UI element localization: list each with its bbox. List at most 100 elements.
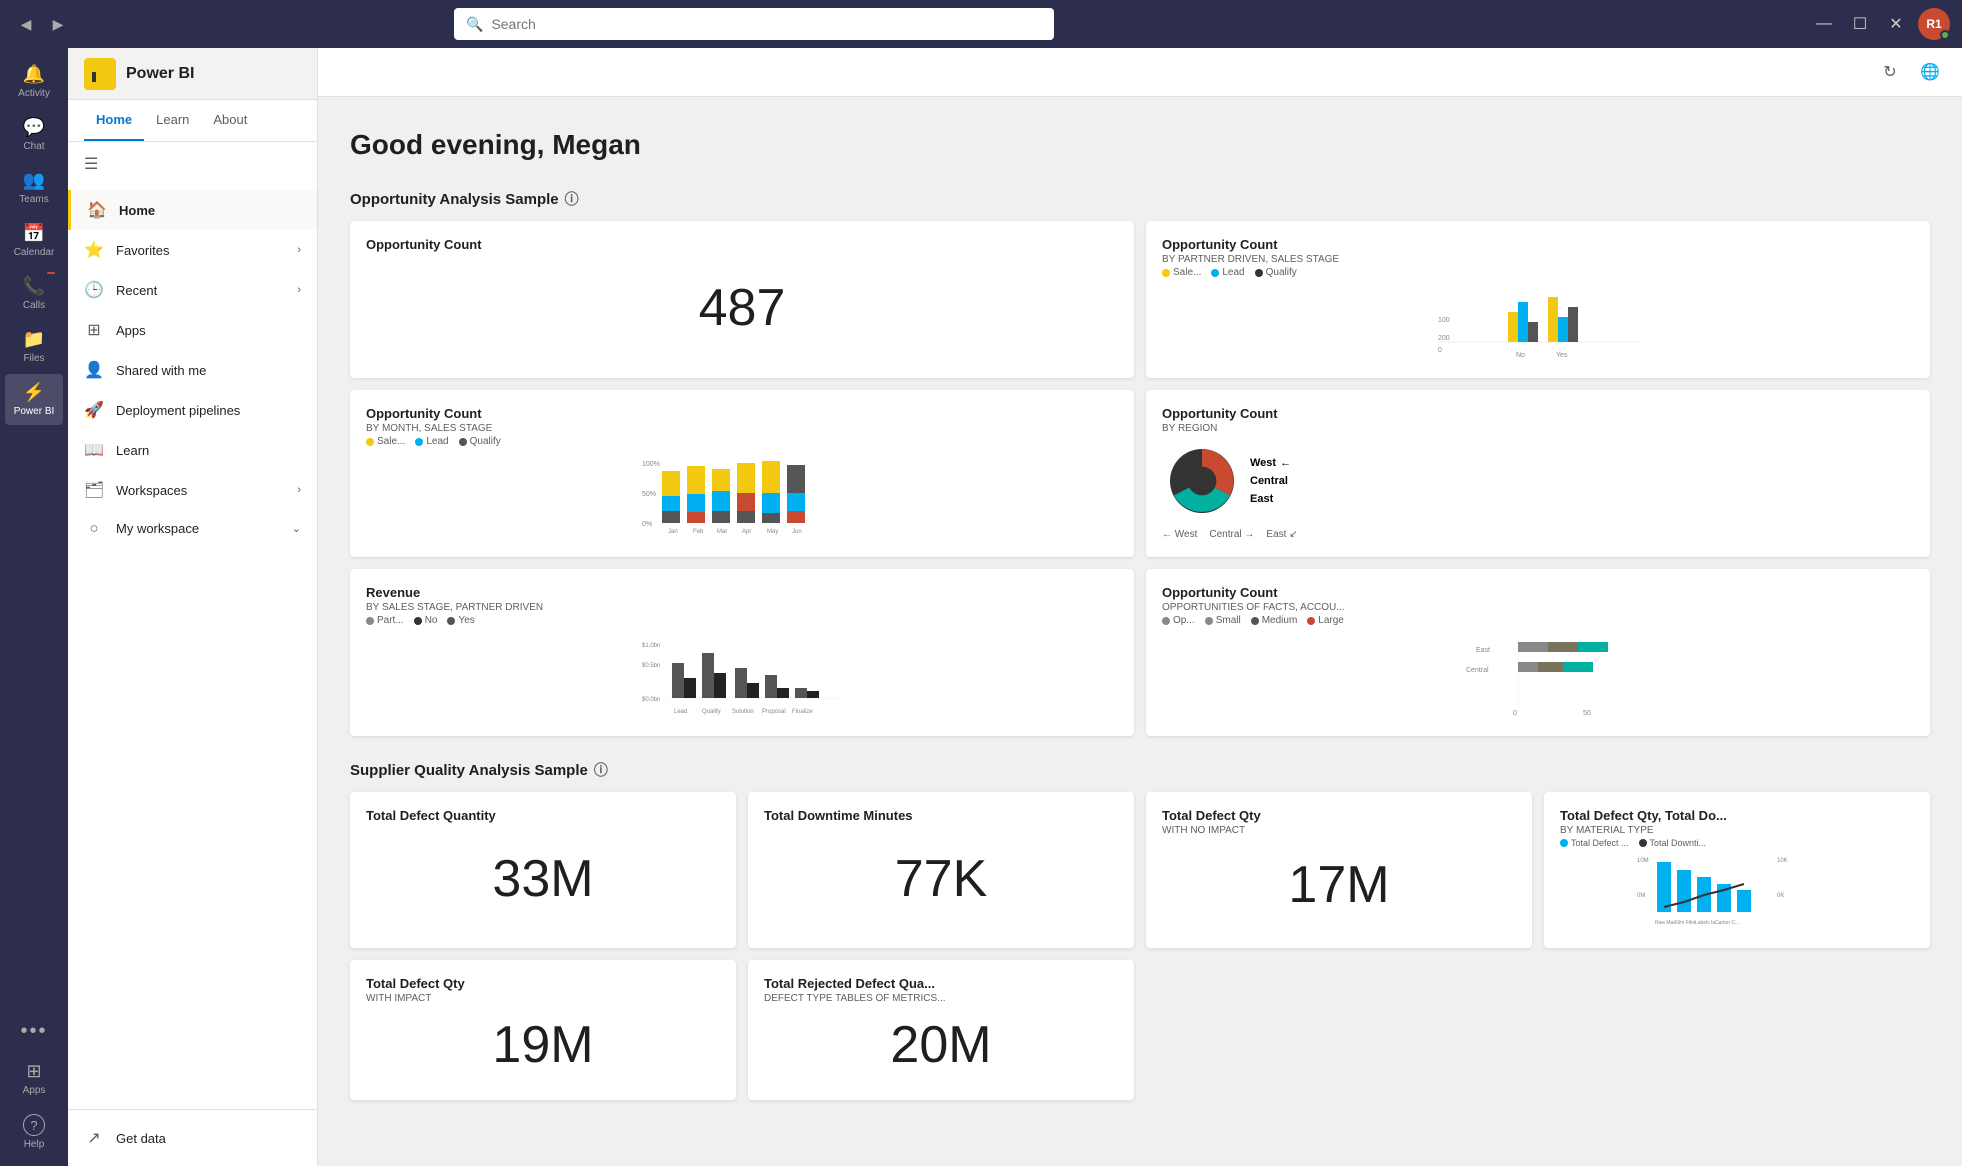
menu-item-deployment[interactable]: 🚀 Deployment pipelines (68, 390, 317, 430)
files-label: Files (23, 353, 44, 364)
menu-item-learn[interactable]: 📖 Learn (68, 430, 317, 470)
card-total-downtime[interactable]: Total Downtime Minutes 77K (748, 792, 1134, 948)
hamburger-button[interactable]: ☰ (68, 142, 317, 186)
card-title: Opportunity Count (1162, 237, 1914, 252)
card-rejected-defect[interactable]: Total Rejected Defect Qua... DEFECT TYPE… (748, 960, 1134, 1100)
opportunity-info-icon[interactable]: ⓘ (565, 189, 579, 209)
legend-item: Part... (366, 615, 404, 626)
svg-text:Jun: Jun (792, 529, 802, 535)
greeting-user: Megan (552, 129, 641, 160)
activity-label: Activity (18, 88, 50, 99)
svg-text:Mar: Mar (717, 529, 727, 535)
legend-item: Sale... (366, 436, 405, 447)
card-defect-material[interactable]: Total Defect Qty, Total Do... BY MATERIA… (1544, 792, 1930, 948)
card-opp-count-month[interactable]: Opportunity Count BY MONTH, SALES STAGE … (350, 390, 1134, 557)
svg-text:$1.0bn: $1.0bn (642, 643, 660, 649)
forward-button[interactable]: ▶ (44, 10, 72, 38)
avatar[interactable]: R1 (1918, 8, 1950, 40)
menu-item-myworkspace[interactable]: ○ My workspace ⌄ (68, 510, 317, 547)
card-title: Total Defect Quantity (366, 808, 720, 823)
menu-home-label: Home (119, 203, 155, 218)
tab-about[interactable]: About (201, 100, 259, 141)
sidebar-item-help[interactable]: ? Help (5, 1106, 63, 1158)
activity-icon: 🔔 (23, 64, 45, 85)
sidebar-item-powerbi[interactable]: ⚡ Power BI (5, 374, 63, 425)
region-west: ← West (1162, 529, 1197, 540)
card-total-defect[interactable]: Total Defect Quantity 33M (350, 792, 736, 948)
legend-west: West← (1250, 457, 1291, 469)
supplier-info-icon[interactable]: ⓘ (594, 760, 608, 780)
legend-item: Lead (415, 436, 448, 447)
sidebar-item-chat[interactable]: 💬 Chat (5, 109, 63, 160)
svg-text:$0.0bn: $0.0bn (642, 697, 660, 703)
card-title: Opportunity Count (366, 237, 1118, 252)
globe-button[interactable]: 🌐 (1914, 56, 1946, 88)
pbi-sidebar: Power BI Home Learn About ☰ 🏠 Home ⭐ Fav… (68, 48, 318, 1166)
region-central: Central → (1209, 529, 1254, 540)
menu-item-getdata[interactable]: ↗ Get data (68, 1118, 317, 1158)
legend: Part... No Yes (366, 615, 1118, 626)
legend-item: Large (1307, 615, 1344, 626)
apps-icon: ⊞ (26, 1061, 41, 1082)
card-opp-count[interactable]: Opportunity Count 487 (350, 221, 1134, 378)
close-button[interactable]: ✕ (1882, 10, 1910, 38)
powerbi-label: Power BI (14, 406, 55, 417)
minimize-button[interactable]: — (1810, 10, 1838, 38)
card-opp-count-region[interactable]: Opportunity Count BY REGION (1146, 390, 1930, 557)
svg-text:10M: 10M (1637, 858, 1649, 864)
tab-home[interactable]: Home (84, 100, 144, 141)
card-subtitle: BY MATERIAL TYPE (1560, 825, 1914, 836)
svg-text:0K: 0K (1777, 893, 1784, 899)
apps-menu-icon: ⊞ (84, 320, 104, 340)
menu-item-home[interactable]: 🏠 Home (68, 190, 317, 230)
card-defect-impact[interactable]: Total Defect Qty WITH IMPACT 19M (350, 960, 736, 1100)
sidebar-item-activity[interactable]: 🔔 Activity (5, 56, 63, 107)
card-opp-count-partner[interactable]: Opportunity Count BY PARTNER DRIVEN, SAL… (1146, 221, 1930, 378)
legend-item: Total Downti... (1639, 838, 1707, 848)
menu-item-recent[interactable]: 🕒 Recent › (68, 270, 317, 310)
powerbi-icon: ⚡ (23, 382, 45, 403)
card-title: Opportunity Count (366, 406, 1118, 421)
legend-item: No (414, 615, 438, 626)
menu-item-apps[interactable]: ⊞ Apps (68, 310, 317, 350)
svg-text:Carton C...: Carton C... (1715, 920, 1739, 926)
sidebar-item-more[interactable]: ••• (5, 1012, 63, 1051)
window-actions: — ☐ ✕ R1 (1810, 8, 1950, 40)
maximize-button[interactable]: ☐ (1846, 10, 1874, 38)
card-title: Total Defect Qty, Total Do... (1560, 808, 1914, 823)
teams-label: Teams (19, 194, 48, 205)
search-input[interactable] (491, 16, 1042, 32)
sidebar-item-calls[interactable]: 📞 Calls (5, 268, 63, 319)
sidebar-item-teams[interactable]: 👥 Teams (5, 162, 63, 213)
svg-text:No: No (1516, 352, 1525, 359)
sidebar-item-apps[interactable]: ⊞ Apps (5, 1053, 63, 1104)
legend-item: Small (1205, 615, 1241, 626)
menu-learn-label: Learn (116, 443, 149, 458)
svg-text:50%: 50% (642, 491, 656, 498)
back-button[interactable]: ◀ (12, 10, 40, 38)
svg-text:Jan: Jan (668, 529, 678, 535)
svg-text:100%: 100% (642, 461, 660, 468)
legend-item: Lead (1211, 267, 1244, 278)
refresh-button[interactable]: ↻ (1874, 56, 1906, 88)
menu-getdata-label: Get data (116, 1131, 166, 1146)
card-revenue[interactable]: Revenue BY SALES STAGE, PARTNER DRIVEN P… (350, 569, 1134, 736)
card-opp-count-facts[interactable]: Opportunity Count OPPORTUNITIES OF FACTS… (1146, 569, 1930, 736)
sidebar-item-calendar[interactable]: 📅 Calendar (5, 215, 63, 266)
menu-item-workspaces[interactable]: 🗂 Workspaces › (68, 470, 317, 510)
legend-item: Medium (1251, 615, 1298, 626)
chart-area: $1.0bn $0.5bn $0.0bn Lead (366, 630, 1118, 720)
card-subtitle: BY PARTNER DRIVEN, SALES STAGE (1162, 254, 1914, 265)
card-defect-no-impact[interactable]: Total Defect Qty WITH NO IMPACT 17M (1146, 792, 1532, 948)
calendar-icon: 📅 (23, 223, 45, 244)
sidebar-item-files[interactable]: 📁 Files (5, 321, 63, 372)
svg-text:0: 0 (1438, 347, 1442, 354)
big-number-19m: 19M (366, 1006, 720, 1084)
menu-workspaces-label: Workspaces (116, 483, 187, 498)
legend: Op... Small Medium Large (1162, 615, 1914, 626)
tab-learn[interactable]: Learn (144, 100, 201, 141)
menu-item-shared[interactable]: 👤 Shared with me (68, 350, 317, 390)
menu-favorites-label: Favorites (116, 243, 169, 258)
menu-item-favorites[interactable]: ⭐ Favorites › (68, 230, 317, 270)
card-title: Total Rejected Defect Qua... (764, 976, 1118, 991)
